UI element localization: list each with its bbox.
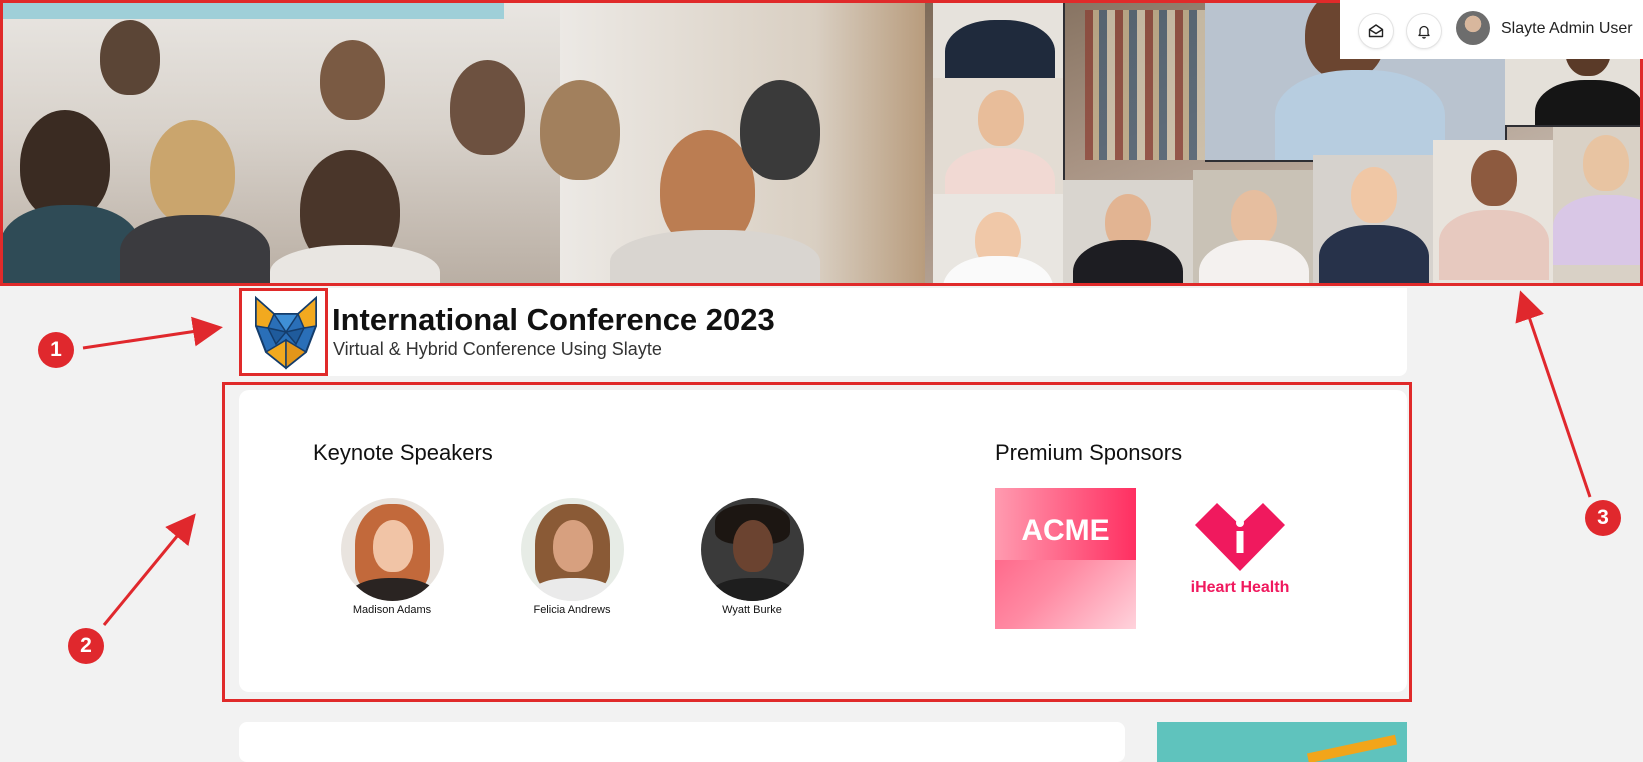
annotation-arrows [82, 290, 1592, 626]
annotation-marker: 3 [1585, 500, 1621, 536]
annotation-marker: 1 [38, 332, 74, 368]
annotation-marker: 2 [68, 628, 104, 664]
